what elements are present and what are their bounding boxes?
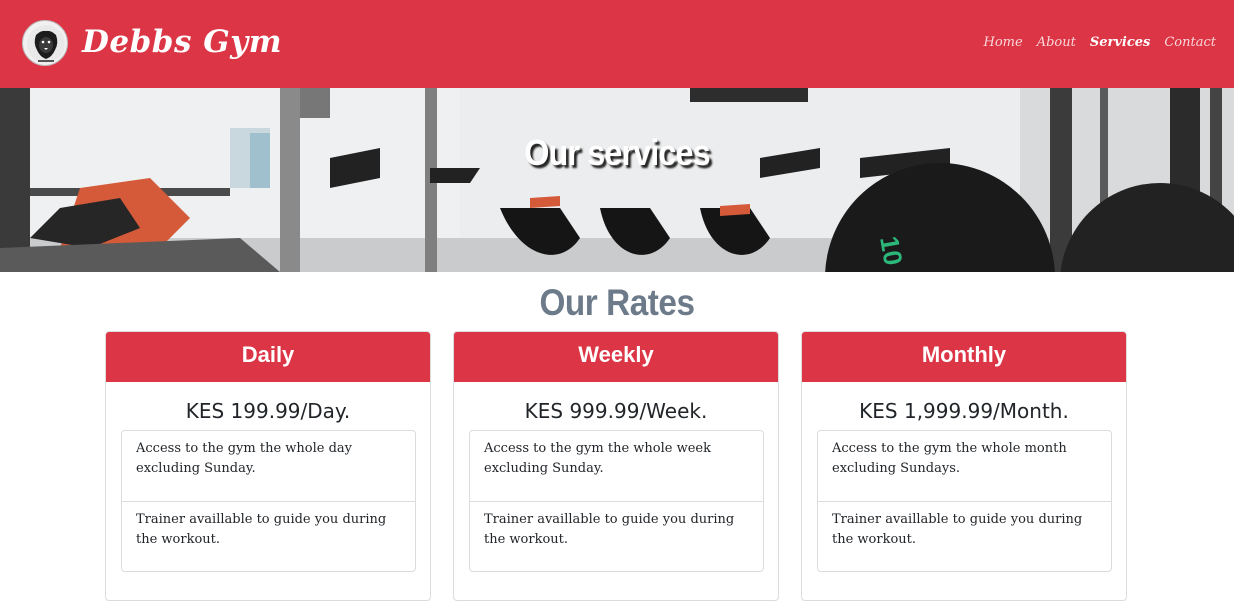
gym-photo-image: 10 [0, 88, 1234, 272]
feature-list: Access to the gym the whole day excludin… [121, 430, 416, 572]
nav-link-about[interactable]: About [1037, 34, 1076, 52]
rates-heading: Our Rates [539, 282, 695, 323]
nav-link-services[interactable]: Services [1090, 34, 1151, 52]
navbar: Debbs Gym Home About Services Contact [0, 0, 1234, 88]
feature-list: Access to the gym the whole month exclud… [817, 430, 1112, 572]
nav-links: Home About Services Contact [984, 34, 1216, 52]
card-price: KES 199.99/Day. [185, 399, 351, 423]
feature-list: Access to the gym the whole week excludi… [469, 430, 764, 572]
hero-title: Our services [524, 132, 710, 173]
rate-card-daily: Daily KES 199.99/Day. Access to the gym … [105, 331, 431, 601]
rate-card-monthly: Monthly KES 1,999.99/Month. Access to th… [801, 331, 1127, 601]
feature-item: Trainer availlable to guide you during t… [122, 501, 415, 571]
svg-text:10: 10 [874, 234, 909, 268]
feature-item: Trainer availlable to guide you during t… [470, 501, 763, 571]
card-title: Daily [106, 332, 430, 382]
card-price: KES 1,999.99/Month. [859, 399, 1069, 423]
lion-logo-icon[interactable] [22, 20, 68, 66]
feature-item: Access to the gym the whole day excludin… [136, 441, 352, 476]
feature-item: Access to the gym the whole month exclud… [832, 441, 1067, 476]
feature-item: Access to the gym the whole week excludi… [484, 441, 711, 476]
nav-link-contact[interactable]: Contact [1164, 34, 1216, 52]
card-price: KES 999.99/Week. [524, 399, 708, 423]
hero-banner: 10 Our services [0, 88, 1234, 272]
feature-item: Trainer availlable to guide you during t… [818, 501, 1111, 571]
card-title: Monthly [802, 332, 1126, 382]
nav-link-home[interactable]: Home [984, 34, 1023, 52]
card-title: Weekly [454, 332, 778, 382]
rate-card-weekly: Weekly KES 999.99/Week. Access to the gy… [453, 331, 779, 601]
brand-name[interactable]: Debbs Gym [82, 22, 282, 62]
